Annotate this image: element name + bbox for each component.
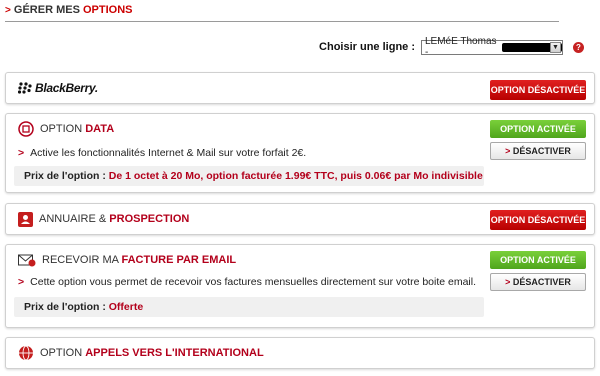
panel-annuaire-title: ANNUAIRE & PROSPECTION <box>39 213 190 225</box>
facture-description: > Cette option vous permet de recevoir vo… <box>18 276 477 288</box>
panel-facture-title: RECEVOIR MA FACTURE PAR EMAIL <box>42 254 237 266</box>
data-description: > Active les fonctionnalités Internet & M… <box>18 147 307 159</box>
blackberry-logo-icon <box>18 82 32 94</box>
panel-annuaire-head: ANNUAIRE & PROSPECTION OPTION DÉSACTIVÉE <box>6 204 594 234</box>
panel-option-data: OPTION DATA OPTION ACTIVÉE > DÉSACTIVER … <box>5 113 595 193</box>
panel-blackberry-head: BlackBerry. OPTION DÉSACTIVÉE <box>6 73 594 103</box>
panel-facture-email: RECEVOIR MA FACTURE PAR EMAIL OPTION ACT… <box>5 244 595 328</box>
panel-data-title: OPTION DATA <box>40 123 115 135</box>
facture-option-status-button[interactable]: OPTION ACTIVÉE <box>490 251 586 269</box>
line-selector-label: Choisir une ligne : <box>319 41 415 53</box>
globe-icon <box>19 345 33 361</box>
header-arrow: > <box>5 5 11 16</box>
facture-price-row: Prix de l'option : Offerte <box>14 297 484 317</box>
panel-international-title: OPTION APPELS VERS L'INTERNATIONAL <box>40 347 264 359</box>
blackberry-logo-text: BlackBerry. <box>35 81 98 95</box>
facture-price-label: Prix de l'option : <box>24 301 106 313</box>
annuaire-option-status-button[interactable]: OPTION DÉSACTIVÉE <box>490 210 586 230</box>
blackberry-option-status-button[interactable]: OPTION DÉSACTIVÉE <box>490 80 586 100</box>
line-select[interactable]: LEMéE Thomas - ▼ <box>421 36 563 58</box>
panel-international-head: OPTION APPELS VERS L'INTERNATIONAL <box>6 338 594 368</box>
header-title-part1: GÉRER MES <box>13 4 83 16</box>
facture-deactivate-button[interactable]: > DÉSACTIVER <box>490 273 586 291</box>
panel-blackberry: BlackBerry. OPTION DÉSACTIVÉE <box>5 72 595 104</box>
data-price-row: Prix de l'option : De 1 octet à 20 Mo, o… <box>14 166 484 186</box>
panel-facture-head: RECEVOIR MA FACTURE PAR EMAIL OPTION ACT… <box>6 245 594 275</box>
data-deactivate-button[interactable]: > DÉSACTIVER <box>490 142 586 160</box>
panel-annuaire: ANNUAIRE & PROSPECTION OPTION DÉSACTIVÉE <box>5 203 595 235</box>
data-price-value: De 1 octet à 20 Mo, option facturée 1.99… <box>108 170 483 182</box>
header-title-part2: OPTIONS <box>82 4 133 16</box>
data-price-label: Prix de l'option : <box>24 170 106 182</box>
directory-icon <box>18 211 33 227</box>
panel-international: OPTION APPELS VERS L'INTERNATIONAL <box>5 337 595 369</box>
panel-data-head: OPTION DATA OPTION ACTIVÉE <box>6 114 594 144</box>
dropdown-arrow-icon[interactable]: ▼ <box>550 41 561 53</box>
email-invoice-icon <box>18 254 36 267</box>
data-icon <box>18 121 34 137</box>
facture-price-value: Offerte <box>108 301 144 313</box>
help-icon[interactable]: ? <box>573 41 584 53</box>
data-option-status-button[interactable]: OPTION ACTIVÉE <box>490 120 586 138</box>
line-selector-row: Choisir une ligne : LEMéE Thomas - ▼ ? <box>319 36 584 58</box>
blackberry-logo: BlackBerry. <box>18 81 98 95</box>
section-header: > GÉRER MES OPTIONS <box>5 4 559 22</box>
line-select-value: LEMéE Thomas - <box>425 36 497 58</box>
